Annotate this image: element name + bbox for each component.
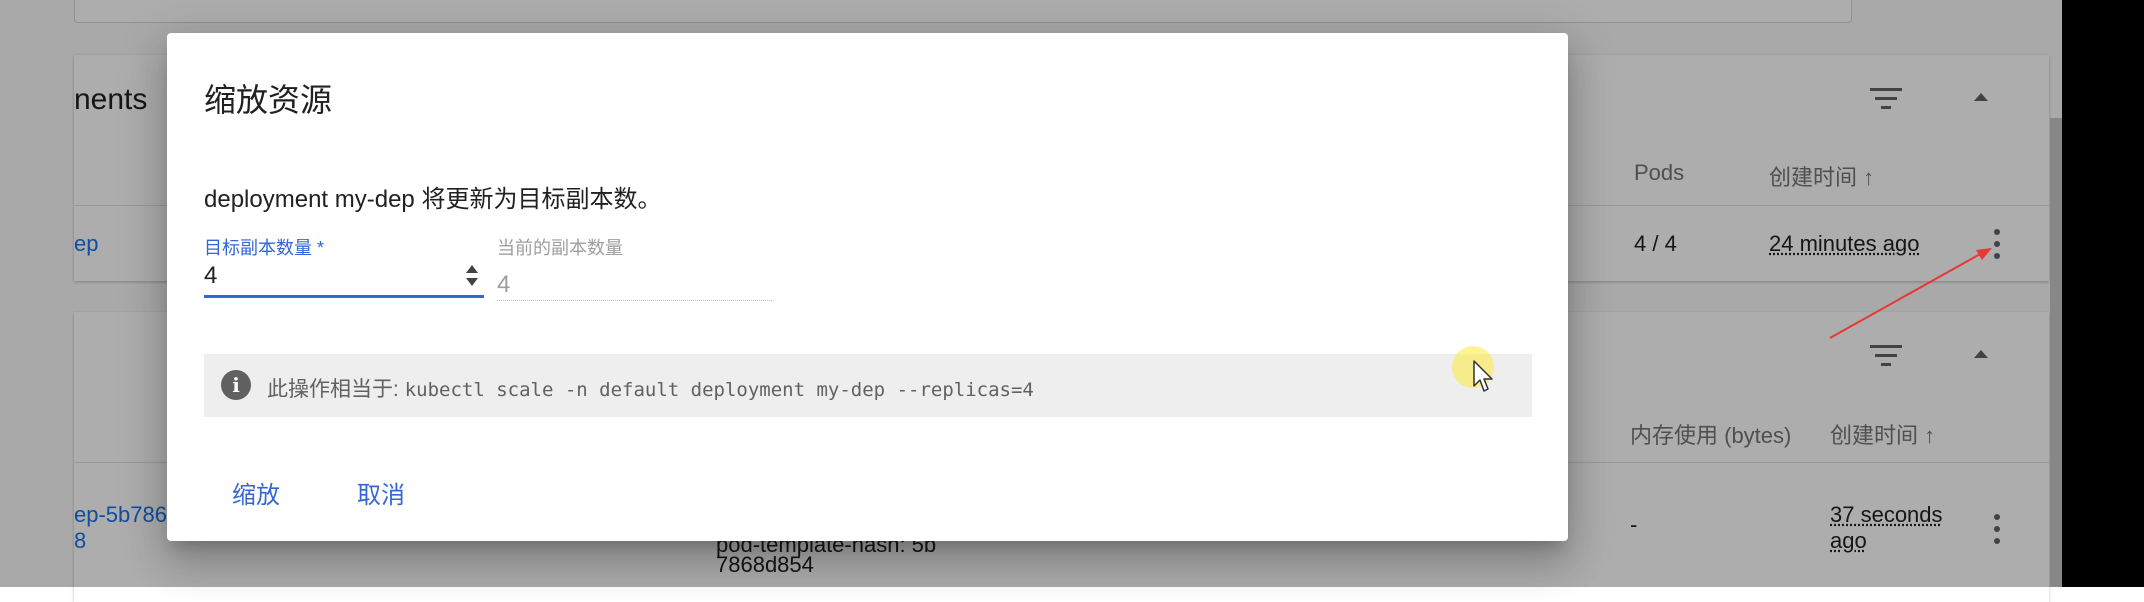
cancel-button[interactable]: 取消 — [357, 475, 405, 510]
mouse-cursor-icon — [1473, 360, 1493, 392]
current-replicas-label: 当前的副本数量 — [497, 238, 623, 258]
dialog-title: 缩放资源 — [204, 82, 333, 118]
command-info-box: i 此操作相当于: kubectl scale -n default deplo… — [204, 354, 1532, 417]
scale-resource-dialog: 缩放资源 deployment my-dep 将更新为目标副本数。 目标副本数量… — [167, 33, 1568, 541]
command-info-text: 此操作相当于: kubectl scale -n default deploym… — [267, 373, 1034, 403]
dialog-description: deployment my-dep 将更新为目标副本数。 — [204, 186, 662, 213]
target-replicas-input[interactable] — [204, 257, 484, 298]
number-spinner-icon[interactable] — [465, 265, 479, 289]
current-replicas-value: 4 — [497, 271, 511, 298]
command-info-prefix: 此操作相当于: — [267, 378, 399, 401]
current-replicas-underline — [497, 300, 772, 301]
scale-button[interactable]: 缩放 — [232, 475, 280, 510]
screen-edge — [2062, 0, 2144, 587]
kubectl-command: kubectl scale -n default deployment my-d… — [404, 379, 1034, 401]
info-icon: i — [221, 370, 251, 400]
